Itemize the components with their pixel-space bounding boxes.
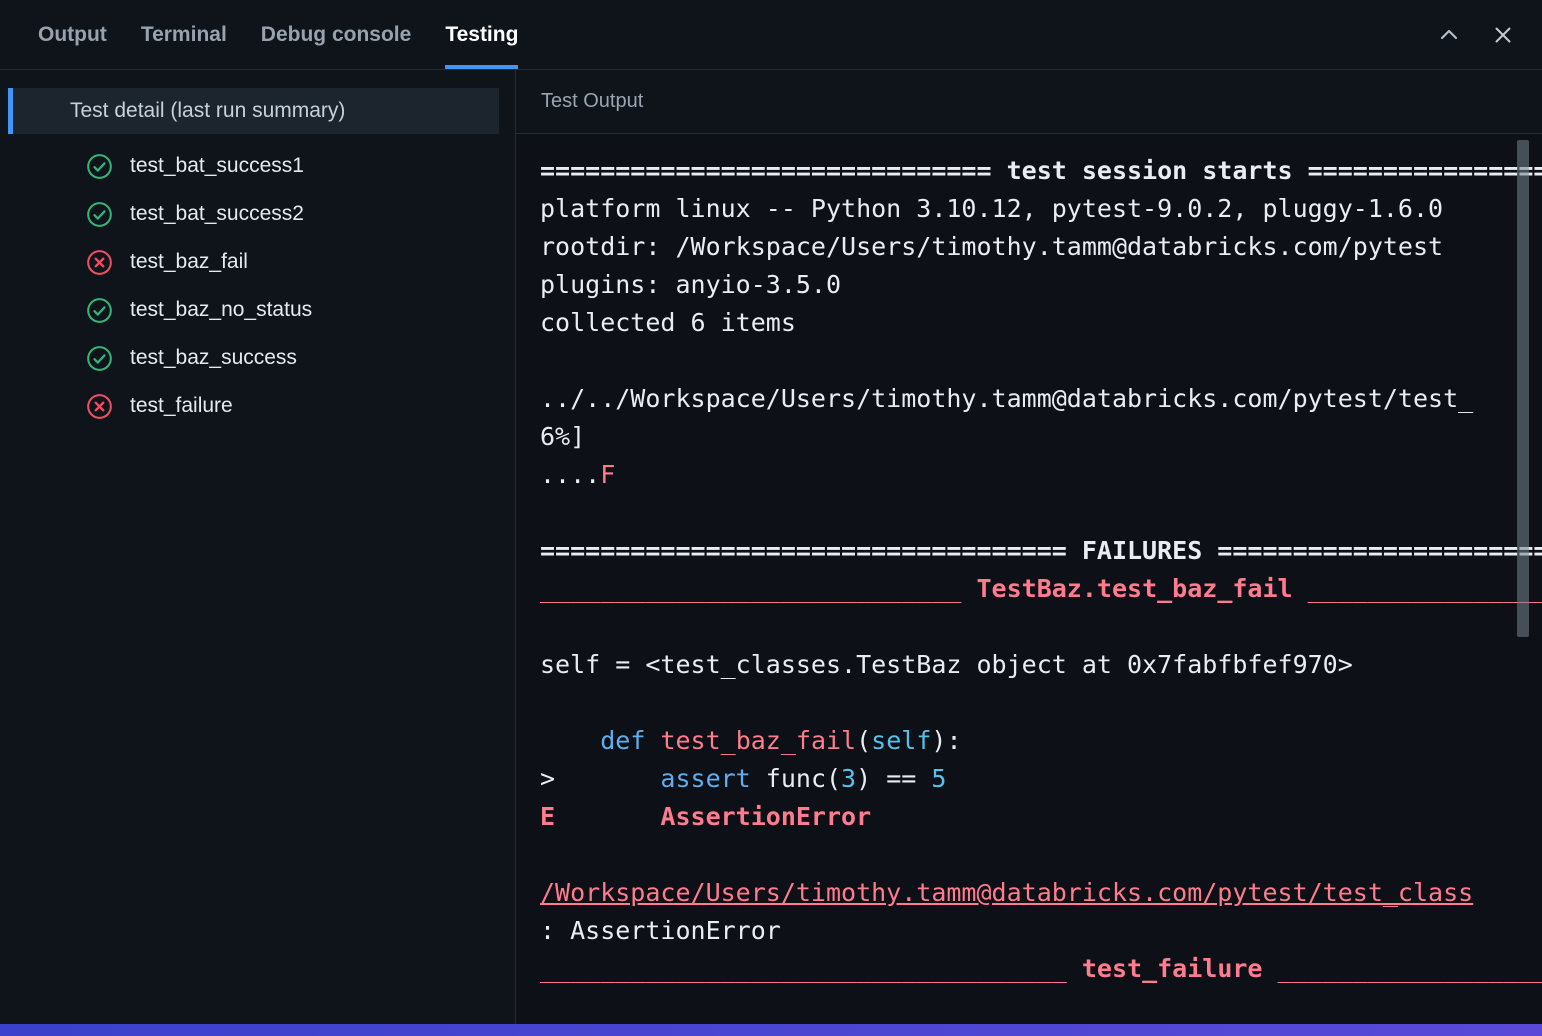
scrollbar-thumb[interactable]	[1517, 140, 1529, 637]
terminal-text: plugins: anyio-3.5.0	[540, 270, 842, 299]
test-item-test_baz_fail[interactable]: test_baz_fail	[0, 238, 515, 286]
terminal-text: ....	[540, 460, 601, 489]
tab-debug-console[interactable]: Debug console	[261, 0, 412, 69]
terminal-line: plugins: anyio-3.5.0	[540, 266, 1542, 304]
terminal-line: ____________________________ TestBaz.tes…	[540, 570, 1542, 608]
terminal-line: rootdir: /Workspace/Users/timothy.tamm@d…	[540, 228, 1542, 266]
terminal-text: E AssertionError	[540, 802, 872, 831]
terminal-text: (	[856, 726, 872, 755]
terminal-text: test_baz_fail	[660, 726, 857, 755]
terminal-text: rootdir: /Workspace/Users/timothy.tamm@d…	[540, 232, 1444, 261]
test-name: test_bat_success1	[130, 154, 304, 177]
terminal-line: platform linux -- Python 3.10.12, pytest…	[540, 190, 1542, 228]
test-item-test_baz_no_status[interactable]: test_baz_no_status	[0, 286, 515, 334]
file-link[interactable]: /Workspace/Users/timothy.tamm@databricks…	[540, 878, 1473, 907]
terminal-text: ____________________________________	[1277, 954, 1542, 983]
test-list: test_bat_success1 test_bat_success2 test_b…	[0, 142, 515, 430]
terminal-text: >	[540, 764, 661, 793]
terminal-line: collected 6 items	[540, 304, 1542, 342]
test-name: test_failure	[130, 394, 233, 417]
test-item-test_failure[interactable]: test_failure	[0, 382, 515, 430]
test-name: test_bat_success2	[130, 202, 304, 225]
terminal-text: ============================== test sess…	[540, 156, 1542, 185]
terminal-line: > assert func(3) == 5	[540, 760, 1542, 798]
pass-icon	[86, 345, 113, 372]
tab-output[interactable]: Output	[38, 0, 107, 69]
close-panel-button[interactable]	[1490, 22, 1516, 48]
test-detail-header-label: Test detail (last run summary)	[70, 99, 346, 122]
terminal-text: collected 6 items	[540, 308, 796, 337]
test-output-header-label: Test Output	[541, 90, 644, 112]
terminal-text: def	[600, 726, 646, 755]
terminal-text: 3	[841, 764, 857, 793]
terminal-line: self = <test_classes.TestBaz object at 0…	[540, 646, 1542, 684]
terminal-text: ../../Workspace/Users/timothy.tamm@datab…	[540, 384, 1474, 413]
testing-panel: Output Terminal Debug console Testing Te…	[0, 0, 1542, 1036]
terminal-text: assert	[660, 764, 751, 793]
terminal-line: ============================== test sess…	[540, 152, 1542, 190]
terminal-text: ) ==	[856, 764, 932, 793]
pass-icon	[86, 153, 113, 180]
panel-controls	[1436, 0, 1542, 69]
terminal-text: 5	[931, 764, 947, 793]
test-name: test_baz_no_status	[130, 298, 313, 321]
terminal-text: 6%]	[540, 422, 586, 451]
tab-terminal[interactable]: Terminal	[141, 0, 227, 69]
terminal-output: ============================== test sess…	[516, 134, 1542, 1024]
terminal-line: ....F	[540, 456, 1542, 494]
terminal-text: test_failure	[1081, 954, 1263, 983]
panel-tab-bar: Output Terminal Debug console Testing	[0, 0, 1542, 70]
terminal-text: : AssertionError	[540, 916, 781, 945]
tab-testing[interactable]: Testing	[445, 0, 519, 69]
test-sidebar: Test detail (last run summary) test_bat_…	[0, 70, 516, 1024]
fail-icon	[86, 393, 113, 420]
test-name: test_baz_fail	[130, 250, 248, 273]
terminal-text: __________________________________	[1307, 574, 1542, 603]
terminal-line: ../../Workspace/Users/timothy.tamm@datab…	[540, 380, 1542, 418]
test-name: test_baz_success	[130, 346, 297, 369]
panel-body: Test detail (last run summary) test_bat_…	[0, 70, 1542, 1024]
pass-icon	[86, 201, 113, 228]
test-output-panel: Test Output ============================…	[516, 70, 1542, 1024]
terminal-text: self = <test_classes.TestBaz object at 0…	[540, 650, 1353, 679]
test-detail-header: Test detail (last run summary)	[8, 88, 499, 134]
terminal-text: ___________________________________	[540, 954, 1082, 983]
pass-icon	[86, 297, 113, 324]
terminal-text: func(	[750, 764, 842, 793]
collapse-panel-button[interactable]	[1436, 22, 1462, 48]
close-icon	[1491, 23, 1515, 47]
terminal-text: TestBaz.test_baz_fail	[976, 574, 1293, 603]
terminal-text: ):	[931, 726, 962, 755]
terminal-text: =================================== FAIL…	[540, 536, 1542, 565]
terminal-line: ___________________________________ test…	[540, 950, 1542, 988]
terminal-line: def test_baz_fail(self):	[540, 722, 1542, 760]
terminal-line: 6%]	[540, 418, 1542, 456]
test-item-test_bat_success1[interactable]: test_bat_success1	[0, 142, 515, 190]
status-bar	[0, 1024, 1542, 1036]
test-item-test_baz_success[interactable]: test_baz_success	[0, 334, 515, 382]
test-item-test_bat_success2[interactable]: test_bat_success2	[0, 190, 515, 238]
terminal-text: platform linux -- Python 3.10.12, pytest…	[540, 194, 1444, 223]
test-output-header: Test Output	[516, 70, 1542, 134]
terminal-line: : AssertionError	[540, 912, 1542, 950]
terminal-line: =================================== FAIL…	[540, 532, 1542, 570]
terminal-text: self	[871, 726, 932, 755]
terminal-line: /Workspace/Users/timothy.tamm@databricks…	[540, 874, 1542, 912]
chevron-up-icon	[1437, 23, 1461, 47]
terminal-text: F	[600, 460, 616, 489]
terminal-text: ____________________________	[540, 574, 977, 603]
fail-icon	[86, 249, 113, 276]
terminal-line: E AssertionError	[540, 798, 1542, 836]
